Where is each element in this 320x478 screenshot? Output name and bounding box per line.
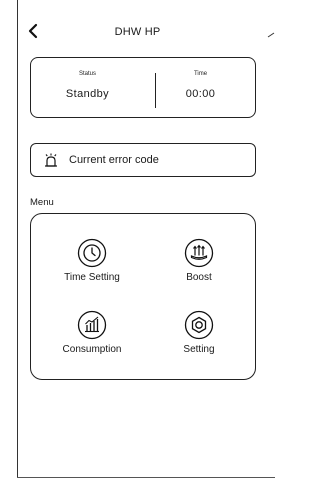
menu-item-time-setting[interactable]: Time Setting — [42, 238, 142, 283]
menu-label-time-setting: Time Setting — [64, 272, 120, 283]
menu-label-boost: Boost — [186, 272, 212, 283]
status-card: Status Standby Time 00:00 — [30, 57, 256, 118]
status-label: Status — [78, 71, 96, 77]
settings-nut-icon — [184, 310, 214, 340]
time-column: Time 00:00 — [144, 58, 257, 100]
time-label: Time — [193, 71, 208, 77]
page-title: DHW HP — [114, 26, 161, 38]
menu-card: Time Setting Boost Consumption Setting — [30, 213, 256, 380]
menu-label-consumption: Consumption — [62, 344, 122, 355]
current-error-code-button[interactable]: Current error code — [30, 143, 256, 177]
alarm-bell-icon — [45, 153, 57, 167]
menu-heading: Menu — [30, 197, 54, 208]
status-column: Status Standby — [31, 58, 144, 100]
edge-mark-icon — [267, 32, 275, 38]
boost-icon — [184, 238, 214, 268]
menu-item-boost[interactable]: Boost — [149, 238, 249, 283]
time-value: 00:00 — [185, 88, 216, 100]
consumption-chart-icon — [77, 310, 107, 340]
menu-label-setting: Setting — [183, 344, 215, 355]
clock-icon — [77, 238, 107, 268]
menu-item-consumption[interactable]: Consumption — [42, 310, 142, 355]
current-error-code-label: Current error code — [69, 154, 159, 166]
menu-item-setting[interactable]: Setting — [149, 310, 249, 355]
status-value: Standby — [65, 88, 110, 100]
